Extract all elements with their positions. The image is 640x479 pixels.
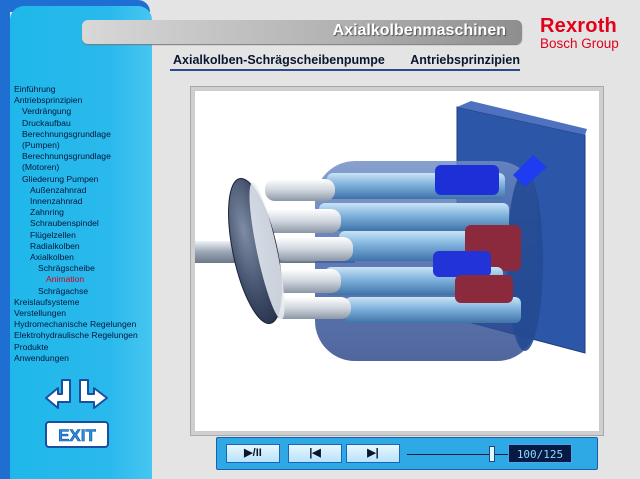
sidebar-item[interactable]: Animation (14, 274, 156, 285)
sidebar-item[interactable]: Produkte (14, 342, 156, 353)
play-pause-button[interactable]: ▶/II (226, 444, 280, 463)
section-header: Axialkolben-Schrägscheibenpumpe Antriebs… (170, 51, 520, 71)
sidebar-item[interactable]: Radialkolben (14, 241, 156, 252)
timeline-slider-thumb[interactable] (488, 446, 495, 462)
sidebar-item[interactable]: Berechnungsgrundlage (14, 151, 156, 162)
logo-brand: Rexroth (540, 15, 617, 37)
sidebar-item[interactable]: (Motoren) (14, 162, 156, 173)
sidebar-item[interactable]: Verdrängung (14, 106, 156, 117)
sidebar-item[interactable]: Elektrohydraulische Regelungen (14, 330, 156, 341)
sidebar-item[interactable]: Antriebsprinzipien (14, 95, 156, 106)
sidebar: Einführung Antriebsprinzipien Verdrängung D… (0, 0, 156, 479)
sidebar-item[interactable]: (Pumpen) (14, 140, 156, 151)
animation-player: ▶/II ▶| ▶| 100/125 (216, 437, 598, 470)
sidebar-item[interactable]: Verstellungen (14, 308, 156, 319)
timeline-slider[interactable] (407, 454, 513, 455)
sidebar-item[interactable]: Hydromechanische Regelungen (14, 319, 156, 330)
sidebar-item[interactable]: Zahnring (14, 207, 156, 218)
section-title: Axialkolben-Schrägscheibenpumpe (173, 53, 385, 67)
play-pause-label: ▶/II (244, 447, 262, 459)
title-bar: Axialkolbenmaschinen (82, 20, 522, 44)
frame-counter: 100/125 (508, 444, 572, 463)
forward-arrow-icon[interactable] (79, 379, 108, 409)
navigation-tree: Einführung Antriebsprinzipien Verdrängung D… (14, 84, 156, 364)
section-category: Antriebsprinzipien (410, 53, 520, 67)
step-forward-button[interactable]: ▶| (346, 444, 400, 463)
sidebar-item[interactable]: Anwendungen (14, 353, 156, 364)
animation-viewport (194, 90, 600, 432)
axial-piston-pump-illustration (195, 101, 587, 361)
step-back-icon: ▶| (309, 447, 321, 459)
sidebar-item[interactable]: Außenzahnrad (14, 185, 156, 196)
logo-group: Bosch Group (540, 36, 619, 51)
page-navigation (45, 379, 108, 409)
sidebar-item[interactable]: Schrägachse (14, 286, 156, 297)
sidebar-item[interactable]: Kreislaufsysteme (14, 297, 156, 308)
step-back-button[interactable]: ▶| (288, 444, 342, 463)
sidebar-edge (0, 0, 10, 479)
sidebar-item[interactable]: Druckaufbau (14, 118, 156, 129)
exit-label: EXIT (58, 426, 96, 445)
sidebar-item[interactable]: Flügelzellen (14, 230, 156, 241)
sidebar-item[interactable]: Schrägscheibe (14, 263, 156, 274)
back-arrow-icon[interactable] (45, 379, 71, 409)
exit-button[interactable]: EXIT (45, 421, 109, 448)
sidebar-item[interactable]: Einführung (14, 84, 156, 95)
sidebar-item[interactable]: Gliederung Pumpen (14, 174, 156, 185)
sidebar-item[interactable]: Schraubenspindel (14, 218, 156, 229)
sidebar-item[interactable]: Berechnungsgrundlage (14, 129, 156, 140)
brand-logo: Rexroth Bosch Group (540, 16, 636, 52)
page-title: Axialkolbenmaschinen (332, 22, 506, 39)
animation-frame (190, 86, 604, 436)
sidebar-item[interactable]: Axialkolben (14, 252, 156, 263)
step-forward-icon: ▶| (367, 447, 379, 459)
sidebar-item[interactable]: Innenzahnrad (14, 196, 156, 207)
